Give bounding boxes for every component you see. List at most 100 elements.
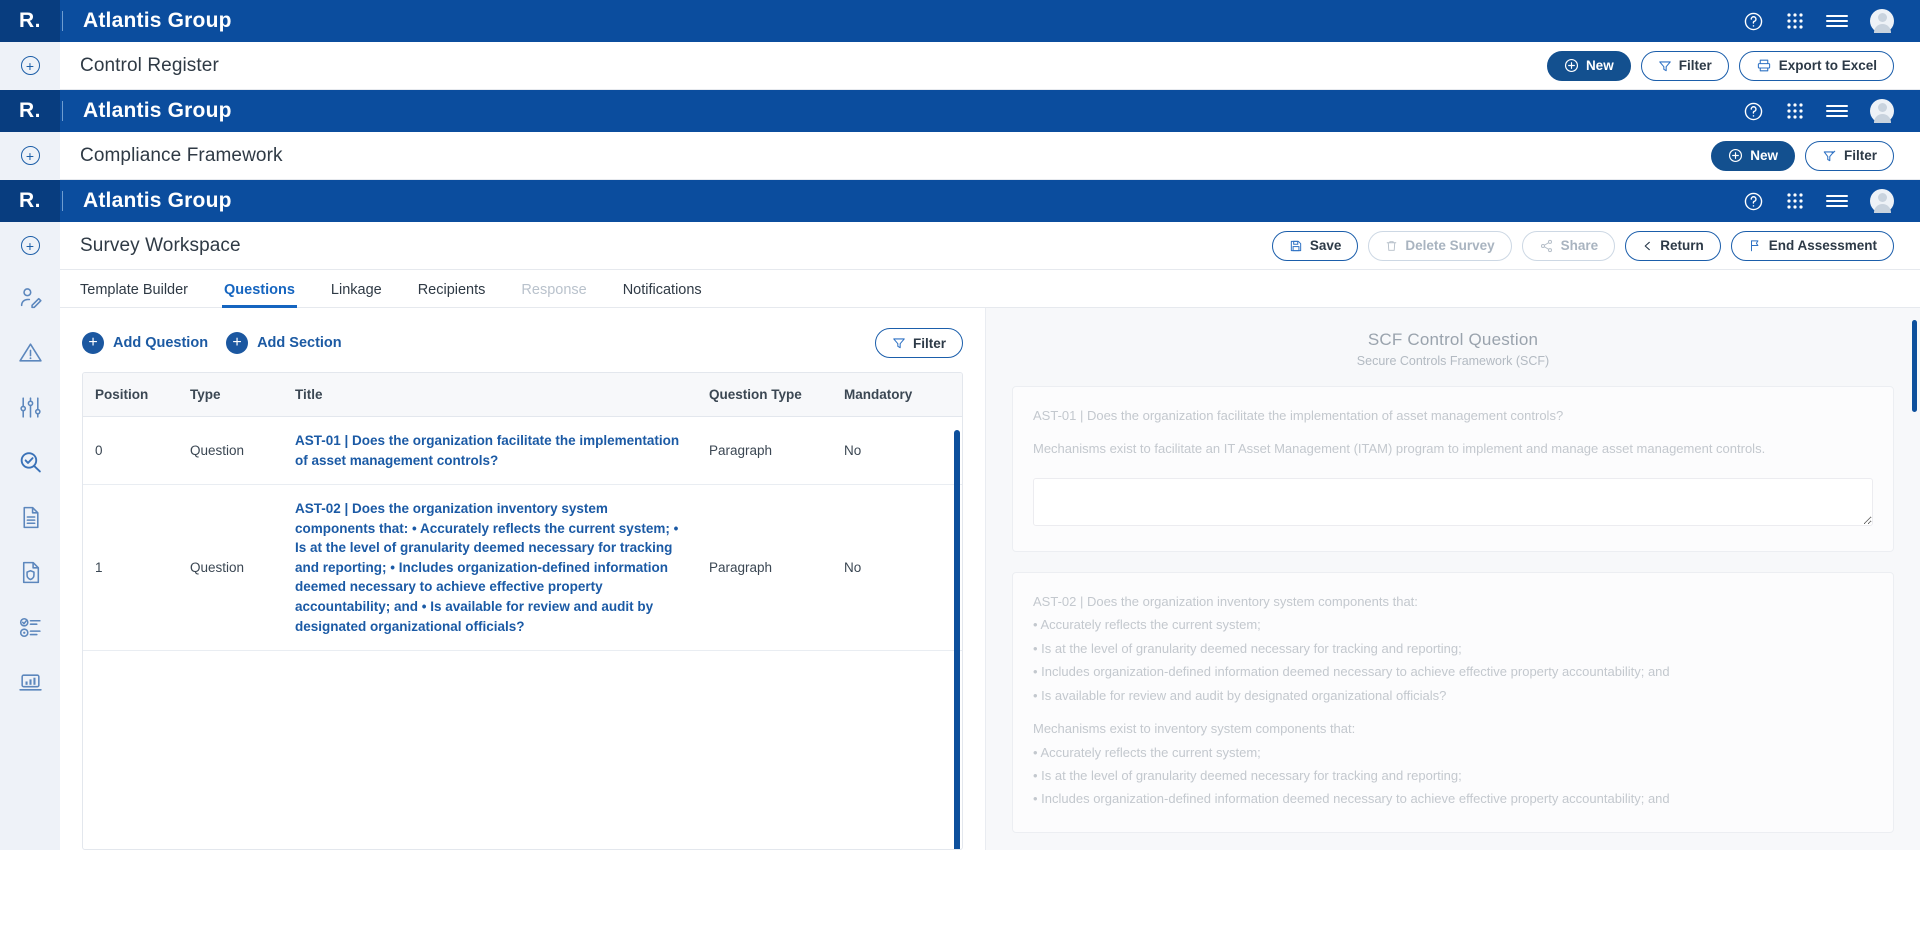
scf-detail-scrollbar[interactable] bbox=[1912, 320, 1917, 412]
workspace-tabs: Template Builder Questions Linkage Recip… bbox=[60, 270, 1920, 308]
scf-detail-pane: SCF Control Question Secure Controls Fra… bbox=[985, 308, 1920, 850]
page-title-control-register: Control Register bbox=[80, 54, 219, 76]
add-question-button[interactable]: + Add Question bbox=[82, 332, 208, 354]
user-edit-icon[interactable] bbox=[17, 284, 43, 310]
scf-card-ast-01: AST-01 | Does the organization facilitat… bbox=[1012, 386, 1894, 552]
brandbar-actions bbox=[1743, 189, 1920, 213]
col-header-type[interactable]: Type bbox=[178, 373, 283, 417]
new-button-control-register[interactable]: New bbox=[1546, 50, 1631, 81]
questions-table-scrollbar[interactable] bbox=[954, 430, 960, 849]
help-circle-icon[interactable] bbox=[1743, 11, 1764, 32]
add-section-button[interactable]: + Add Section bbox=[226, 332, 342, 354]
add-panel-button[interactable]: + bbox=[0, 221, 60, 270]
tab-response: Response bbox=[521, 282, 587, 298]
add-panel-button[interactable]: + bbox=[0, 131, 60, 180]
export-to-excel-label: Export to Excel bbox=[1778, 58, 1877, 73]
compliance-framework-actions: New Filter bbox=[1711, 140, 1920, 171]
help-circle-icon[interactable] bbox=[1743, 191, 1764, 212]
cell-mandatory: No bbox=[832, 416, 962, 486]
survey-workspace-body: Template Builder Questions Linkage Recip… bbox=[0, 270, 1920, 850]
logo-divider bbox=[62, 11, 63, 31]
tab-template-builder[interactable]: Template Builder bbox=[80, 282, 206, 307]
tab-questions[interactable]: Questions bbox=[206, 282, 313, 308]
floppy-disk-icon bbox=[1290, 240, 1301, 251]
app-logo-text: R. bbox=[19, 189, 41, 212]
apps-grid-icon[interactable] bbox=[1786, 102, 1804, 120]
user-avatar-icon[interactable] bbox=[1870, 9, 1894, 33]
scf-answer-textarea[interactable] bbox=[1033, 477, 1873, 526]
plus-circle-icon: + bbox=[20, 56, 40, 75]
subbar-control-register: + Control Register New Filter Export to … bbox=[0, 41, 1920, 90]
tab-recipients[interactable]: Recipients bbox=[400, 282, 504, 307]
filter-button-questions[interactable]: Filter bbox=[874, 328, 963, 358]
export-to-excel-button[interactable]: Export to Excel bbox=[1738, 50, 1894, 81]
scf-card-question: AST-02 | Does the organization inventory… bbox=[1033, 593, 1418, 609]
tab-notifications[interactable]: Notifications bbox=[605, 282, 720, 307]
col-header-title[interactable]: Title bbox=[283, 373, 697, 417]
save-button[interactable]: Save bbox=[1271, 230, 1359, 261]
table-row[interactable]: 0 Question AST-01 | Does the organizatio… bbox=[83, 416, 962, 486]
app-logo[interactable]: R. bbox=[0, 180, 60, 222]
subbar-compliance-framework: + Compliance Framework New Filter bbox=[0, 131, 1920, 180]
user-avatar-icon[interactable] bbox=[1870, 189, 1894, 213]
scf-body-bullet: • Is at the level of granularity deemed … bbox=[1033, 767, 1462, 783]
delete-survey-label: Delete Survey bbox=[1405, 238, 1495, 253]
questions-table: Position Type Title Question Type Mandat… bbox=[83, 373, 962, 652]
warning-triangle-icon[interactable] bbox=[17, 339, 43, 365]
end-assessment-label: End Assessment bbox=[1768, 238, 1877, 253]
help-circle-icon[interactable] bbox=[1743, 101, 1764, 122]
return-button[interactable]: Return bbox=[1625, 230, 1721, 261]
scf-card-body: Mechanisms exist to inventory system com… bbox=[1033, 721, 1356, 737]
sliders-settings-icon[interactable] bbox=[17, 394, 43, 420]
delete-survey-button[interactable]: Delete Survey bbox=[1368, 230, 1512, 261]
scf-detail-header: SCF Control Question Secure Controls Fra… bbox=[1012, 330, 1894, 368]
scf-body-bullet: • Includes organization-defined informat… bbox=[1033, 791, 1670, 807]
table-row[interactable]: 1 Question AST-02 | Does the organizatio… bbox=[83, 484, 962, 652]
add-panel-button[interactable]: + bbox=[0, 41, 60, 90]
page-title-compliance-framework: Compliance Framework bbox=[80, 144, 283, 166]
brandbar-actions bbox=[1743, 9, 1920, 33]
brandbar-survey-workspace: R. Atlantis Group bbox=[0, 180, 1920, 222]
scf-card-question: AST-01 | Does the organization facilitat… bbox=[1033, 408, 1564, 423]
scf-card-body: Mechanisms exist to facilitate an IT Ass… bbox=[1033, 441, 1766, 457]
brandbar-actions bbox=[1743, 99, 1920, 123]
cell-title[interactable]: AST-01 | Does the organization facilitat… bbox=[283, 416, 697, 486]
laptop-chart-icon[interactable] bbox=[17, 669, 43, 695]
new-button-compliance-framework[interactable]: New bbox=[1711, 140, 1795, 171]
scrollbar-thumb[interactable] bbox=[954, 430, 960, 849]
hamburger-menu-icon[interactable] bbox=[1826, 103, 1848, 119]
col-header-position[interactable]: Position bbox=[83, 373, 178, 417]
cell-position: 0 bbox=[83, 416, 178, 486]
add-question-label: Add Question bbox=[113, 335, 209, 351]
questions-table-wrap: Position Type Title Question Type Mandat… bbox=[82, 372, 963, 850]
org-name: Atlantis Group bbox=[83, 189, 232, 212]
apps-grid-icon[interactable] bbox=[1786, 192, 1804, 210]
cell-title[interactable]: AST-02 | Does the organization inventory… bbox=[283, 484, 697, 652]
document-lines-icon[interactable] bbox=[17, 504, 43, 530]
new-button-label: New bbox=[1750, 148, 1778, 163]
apps-grid-icon[interactable] bbox=[1786, 12, 1804, 30]
end-assessment-button[interactable]: End Assessment bbox=[1730, 230, 1894, 261]
hamburger-menu-icon[interactable] bbox=[1826, 13, 1848, 29]
app-logo[interactable]: R. bbox=[0, 90, 60, 132]
document-shield-icon[interactable] bbox=[17, 559, 43, 585]
search-check-icon[interactable] bbox=[17, 449, 43, 475]
filter-questions-label: Filter bbox=[912, 335, 946, 351]
hamburger-menu-icon[interactable] bbox=[1826, 193, 1848, 209]
cell-type: Question bbox=[178, 416, 283, 486]
funnel-check-icon bbox=[1823, 150, 1836, 161]
share-button[interactable]: Share bbox=[1521, 230, 1616, 261]
col-header-question-type[interactable]: Question Type bbox=[697, 373, 832, 417]
checklist-icon[interactable] bbox=[17, 614, 43, 640]
app-logo[interactable]: R. bbox=[0, 0, 60, 42]
questions-table-body: 0 Question AST-01 | Does the organizatio… bbox=[83, 416, 962, 652]
plus-icon: + bbox=[226, 332, 249, 354]
tab-linkage[interactable]: Linkage bbox=[313, 282, 400, 307]
app-root: R. Atlantis Group + Control Register New… bbox=[0, 0, 1920, 934]
col-header-mandatory[interactable]: Mandatory bbox=[832, 373, 962, 417]
filter-button-control-register[interactable]: Filter bbox=[1640, 50, 1729, 81]
org-name: Atlantis Group bbox=[83, 9, 232, 32]
funnel-icon bbox=[1658, 60, 1671, 71]
user-avatar-icon[interactable] bbox=[1870, 99, 1894, 123]
filter-button-compliance-framework[interactable]: Filter bbox=[1804, 140, 1894, 171]
